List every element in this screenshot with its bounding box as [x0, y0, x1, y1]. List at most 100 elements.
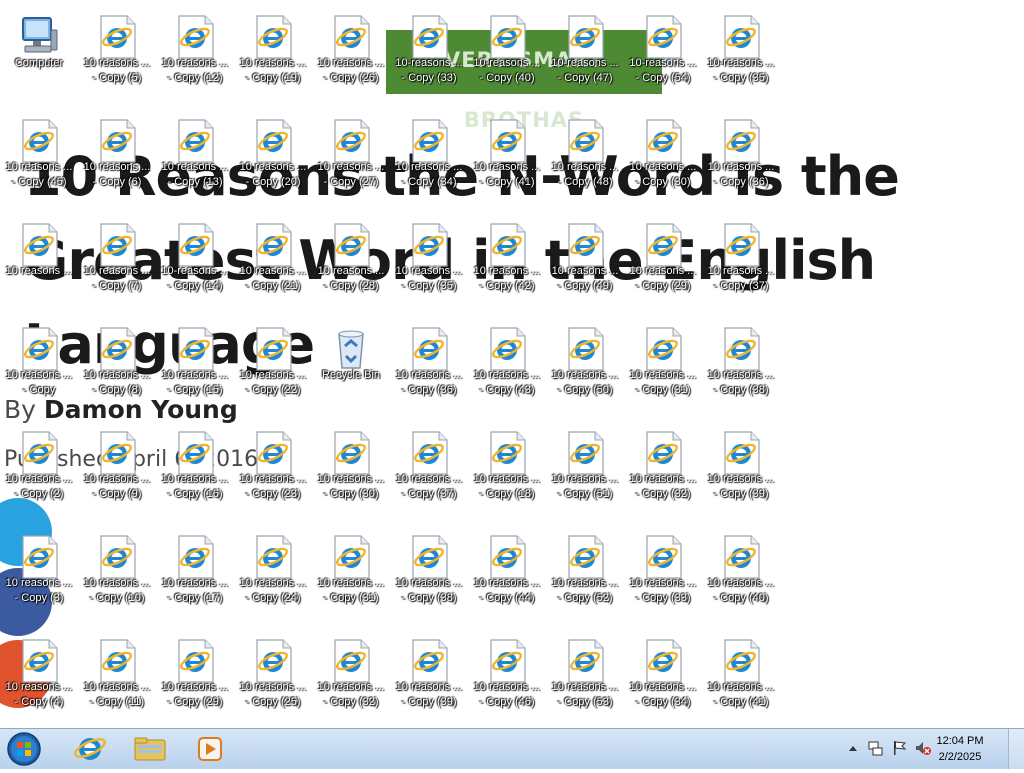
shortcut-label-line2: - Copy (33)	[635, 592, 691, 604]
desktop-shortcut[interactable]: 10 reasons ... - Copy (37)	[390, 422, 468, 522]
ie-shortcut-icon	[95, 326, 139, 372]
desktop-shortcut[interactable]: 10-reasons ... - Copy (33)	[390, 6, 468, 106]
desktop-shortcut[interactable]: 10 reasons ... - Copy (50)	[546, 318, 624, 418]
desktop-shortcut[interactable]: 10 reasons ...	[0, 214, 78, 314]
desktop-shortcut[interactable]: 10 reasons ... - Copy (41)	[702, 630, 780, 728]
taskbar-internet-explorer[interactable]	[62, 731, 118, 767]
desktop-shortcut[interactable]: 10 reasons ... - Copy (34)	[624, 630, 702, 728]
desktop-shortcut[interactable]: 10 reasons ... - Copy (52)	[546, 526, 624, 626]
system-clock[interactable]: 12:04 PM 2/2/2025	[928, 733, 992, 765]
desktop-shortcut[interactable]: 10 reasons ... - Copy (36)	[702, 110, 780, 210]
desktop-shortcut[interactable]: 10 reasons ... - Copy (19)	[234, 6, 312, 106]
desktop-shortcut[interactable]: 10 reasons ... - Copy (2)	[0, 422, 78, 522]
desktop-shortcut[interactable]: 10 reasons ... - Copy (38)	[702, 318, 780, 418]
desktop-shortcut[interactable]: 10-reasons ... - Copy (14)	[156, 214, 234, 314]
desktop-shortcut[interactable]: 10 reasons ... - Copy (45)	[0, 110, 78, 210]
desktop-shortcut[interactable]: Computer	[0, 6, 78, 106]
desktop-shortcut[interactable]: 10 reasons ... - Copy (31)	[312, 526, 390, 626]
ie-shortcut-icon	[173, 638, 217, 684]
desktop-shortcut[interactable]: 10 reasons ... - Copy (30)	[312, 422, 390, 522]
desktop-shortcut[interactable]: 10 reasons ... - Copy (9)	[78, 422, 156, 522]
desktop-shortcut[interactable]: 10 reasons ... - Copy (15)	[156, 318, 234, 418]
shortcut-label: 10 reasons ... - Copy (38)	[388, 576, 470, 606]
action-center-flag-icon[interactable]	[890, 739, 908, 757]
desktop-shortcut[interactable]: 10 reasons ... - Copy (17)	[156, 526, 234, 626]
desktop-shortcut[interactable]: Recycle Bin	[312, 318, 390, 418]
desktop-shortcut[interactable]: 10 reasons ... - Copy (20)	[234, 110, 312, 210]
desktop-shortcut[interactable]: 10 reasons ... - Copy (26)	[312, 6, 390, 106]
desktop-shortcut[interactable]: 10 reasons ... - Copy (44)	[468, 526, 546, 626]
desktop-shortcut[interactable]: 10 reasons ... - Copy (51)	[546, 422, 624, 522]
desktop[interactable]: VERY SMART BROTHAS 10 Reasons the N-Word…	[0, 0, 1024, 728]
desktop-shortcut[interactable]: 10 reasons ... - Copy (49)	[546, 214, 624, 314]
desktop-shortcut[interactable]: 10 reasons ... - Copy (29)	[156, 630, 234, 728]
desktop-shortcut[interactable]: 10-reasons ... - Copy (35)	[702, 6, 780, 106]
desktop-shortcut[interactable]: 10 reasons ... - Copy (34)	[390, 110, 468, 210]
desktop-shortcut[interactable]: 10 reasons ... - Copy (41)	[468, 110, 546, 210]
desktop-shortcut[interactable]: 10-reasons ... - Copy (40)	[468, 6, 546, 106]
desktop-shortcut[interactable]: 10 reasons ... - Copy (46)	[468, 630, 546, 728]
shortcut-label-line1: 10 reasons ...	[5, 473, 73, 485]
desktop-shortcut[interactable]: 10 reasons ... - Copy (4)	[0, 630, 78, 728]
shortcut-label: 10 reasons ... - Copy (2)	[0, 472, 80, 502]
desktop-shortcut[interactable]: 10 reasons ... - Copy (48)	[546, 110, 624, 210]
ie-shortcut-icon	[485, 534, 529, 580]
network-icon[interactable]	[866, 739, 884, 757]
shortcut-label: 10 reasons ... - Copy (52)	[544, 576, 626, 606]
desktop-shortcut[interactable]: 10 reasons ... - Copy (28)	[312, 214, 390, 314]
desktop-shortcut[interactable]: 10 reasons ... - Copy (16)	[156, 422, 234, 522]
desktop-shortcut[interactable]: 10 reasons ... - Copy	[0, 318, 78, 418]
desktop-shortcut[interactable]: 10 reasons ... - Copy (10)	[78, 526, 156, 626]
desktop-shortcut[interactable]: 10 reasons ... - Copy (13)	[156, 110, 234, 210]
desktop-shortcut[interactable]: 10 reasons ... - Copy (39)	[702, 422, 780, 522]
desktop-shortcut[interactable]: 10 reasons ... - Copy (30)	[624, 110, 702, 210]
shortcut-label-line2: - Copy (44)	[479, 592, 535, 604]
taskbar-file-explorer[interactable]	[122, 731, 178, 767]
desktop-shortcut[interactable]: 10 reasons ... - Copy (39)	[390, 630, 468, 728]
desktop-shortcut[interactable]: 10 reasons ... - Copy (38)	[390, 526, 468, 626]
shortcut-label-line1: 10 reasons ...	[83, 265, 151, 277]
show-desktop-button[interactable]	[1008, 729, 1024, 769]
desktop-shortcut[interactable]: 10 reasons ... - Copy (8)	[78, 318, 156, 418]
shortcut-label-line1: 10 reasons ...	[707, 473, 775, 485]
desktop-shortcut[interactable]: 10-reasons ... - Copy (47)	[546, 6, 624, 106]
desktop-shortcut[interactable]: 10 reasons ... - Copy (5)	[78, 6, 156, 106]
desktop-shortcut[interactable]: 10 reasons ... - Copy (53)	[546, 630, 624, 728]
shortcut-label-line2: - Copy (23)	[245, 488, 301, 500]
desktop-shortcut[interactable]: 10 reasons ... - Copy (43)	[468, 318, 546, 418]
desktop-shortcut[interactable]: 10 reasons ... - Copy (22)	[234, 318, 312, 418]
shortcut-label: 10-reasons ... - Copy (54)	[622, 56, 704, 86]
desktop-shortcut[interactable]: 10 reasons ... - Copy (35)	[390, 214, 468, 314]
desktop-shortcut[interactable]: 10-reasons ... - Copy (54)	[624, 6, 702, 106]
desktop-shortcut[interactable]: 10 reasons ... - Copy (3)	[0, 526, 78, 626]
shortcut-label-line1: 10 reasons ...	[161, 577, 229, 589]
shortcut-label-line1: 10 reasons ...	[629, 369, 697, 381]
desktop-shortcut[interactable]: 10 reasons ... - Copy (18)	[468, 422, 546, 522]
desktop-shortcut[interactable]: 10 reasons ... - Copy (23)	[234, 422, 312, 522]
shortcut-label-line1: 10 reasons ...	[551, 265, 619, 277]
desktop-shortcut[interactable]: 10 reasons ... - Copy (27)	[312, 110, 390, 210]
shortcut-label-line1: 10 reasons ...	[317, 57, 385, 69]
desktop-shortcut[interactable]: 10 reasons ... - Copy (32)	[624, 422, 702, 522]
start-button[interactable]	[4, 730, 44, 768]
desktop-shortcut[interactable]: 10 reasons ... - Copy (6)	[78, 110, 156, 210]
desktop-shortcut[interactable]: 10 reasons ... - Copy (31)	[624, 318, 702, 418]
desktop-shortcut[interactable]: 10 reasons ... - Copy (7)	[78, 214, 156, 314]
shortcut-label-line1: 10 reasons ...	[707, 161, 775, 173]
desktop-shortcut[interactable]: 10 reasons ... - Copy (36)	[390, 318, 468, 418]
desktop-shortcut[interactable]: 10 reasons ... - Copy (12)	[156, 6, 234, 106]
desktop-shortcut[interactable]: 10 reasons ... - Copy (33)	[624, 526, 702, 626]
desktop-shortcut[interactable]: 10 reasons ... - Copy (32)	[312, 630, 390, 728]
show-hidden-icons-icon[interactable]	[844, 739, 862, 757]
desktop-shortcut[interactable]: 10 reasons ... - Copy (25)	[234, 630, 312, 728]
desktop-shortcut[interactable]: 10 reasons ... - Copy (42)	[468, 214, 546, 314]
desktop-shortcut[interactable]: 10 reasons ... - Copy (11)	[78, 630, 156, 728]
desktop-shortcut[interactable]: 10 reasons ... - Copy (40)	[702, 526, 780, 626]
shortcut-label-line2: - Copy (54)	[635, 72, 691, 84]
desktop-shortcut[interactable]: 10 reasons ... - Copy (21)	[234, 214, 312, 314]
desktop-shortcut[interactable]: 10 reasons ... - Copy (29)	[624, 214, 702, 314]
taskbar-media-player[interactable]	[182, 731, 238, 767]
shortcut-label-line2: - Copy (37)	[713, 280, 769, 292]
desktop-shortcut[interactable]: 10 reasons ... - Copy (37)	[702, 214, 780, 314]
desktop-shortcut[interactable]: 10 reasons ... - Copy (24)	[234, 526, 312, 626]
